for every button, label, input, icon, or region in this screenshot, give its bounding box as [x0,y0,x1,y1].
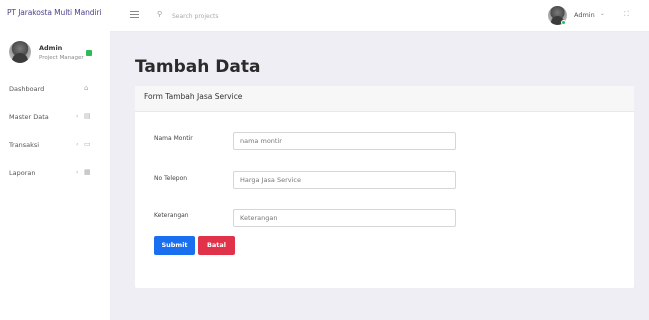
profile-avatar [9,41,31,63]
chevron-left-icon: ‹ [76,169,79,176]
user-menu-label[interactable]: Admin [574,11,595,19]
sidebar: PT Jarakosta Multi Mandiri Admin Project… [0,0,110,320]
sidebar-item-transaksi[interactable]: Transaksi ‹ ▭ [0,135,110,155]
sidebar-item-label: Laporan [9,169,36,177]
fullscreen-icon[interactable]: ⛶ [624,10,629,19]
search-icon: ⚲ [157,10,163,18]
menu-toggle-icon[interactable] [130,11,139,19]
brand-title[interactable]: PT Jarakosta Multi Mandiri [7,8,102,17]
sidebar-item-laporan[interactable]: Laporan ‹ ▦ [0,163,110,183]
submit-button[interactable]: Submit [154,236,195,255]
sidebar-item-label: Master Data [9,113,49,121]
home-icon: ⌂ [84,84,89,92]
no-telepon-input[interactable] [233,171,456,189]
online-status-icon [86,50,92,56]
keterangan-label: Keterangan [154,212,189,219]
chevron-down-icon[interactable]: ⌄ [600,11,605,17]
database-icon: ▤ [84,112,91,120]
page-title: Tambah Data [135,57,261,77]
chevron-left-icon: ‹ [76,113,79,120]
sidebar-item-dashboard[interactable]: Dashboard ⌂ [0,79,110,99]
profile-role: Project Manager [39,55,84,61]
search-input[interactable] [172,9,292,23]
sidebar-profile: Admin Project Manager [0,38,110,72]
sidebar-item-label: Transaksi [9,141,40,149]
document-icon: ▦ [84,168,91,176]
form-card: Form Tambah Jasa Service Nama Montir No … [135,86,634,288]
online-status-icon [561,20,566,25]
keterangan-input[interactable] [233,209,456,227]
chevron-left-icon: ‹ [76,141,79,148]
cart-icon: ▭ [84,140,91,148]
no-telepon-label: No Telepon [154,175,188,182]
profile-name: Admin [39,44,63,52]
form-title: Form Tambah Jasa Service [144,92,243,101]
card-header: Form Tambah Jasa Service [135,86,634,112]
cancel-button[interactable]: Batal [198,236,235,255]
top-navbar: ⚲ Admin ⌄ ⛶ [110,0,649,32]
sidebar-item-label: Dashboard [9,85,45,93]
nama-montir-label: Nama Montir [154,135,193,142]
sidebar-item-master-data[interactable]: Master Data ‹ ▤ [0,107,110,127]
nama-montir-input[interactable] [233,132,456,150]
